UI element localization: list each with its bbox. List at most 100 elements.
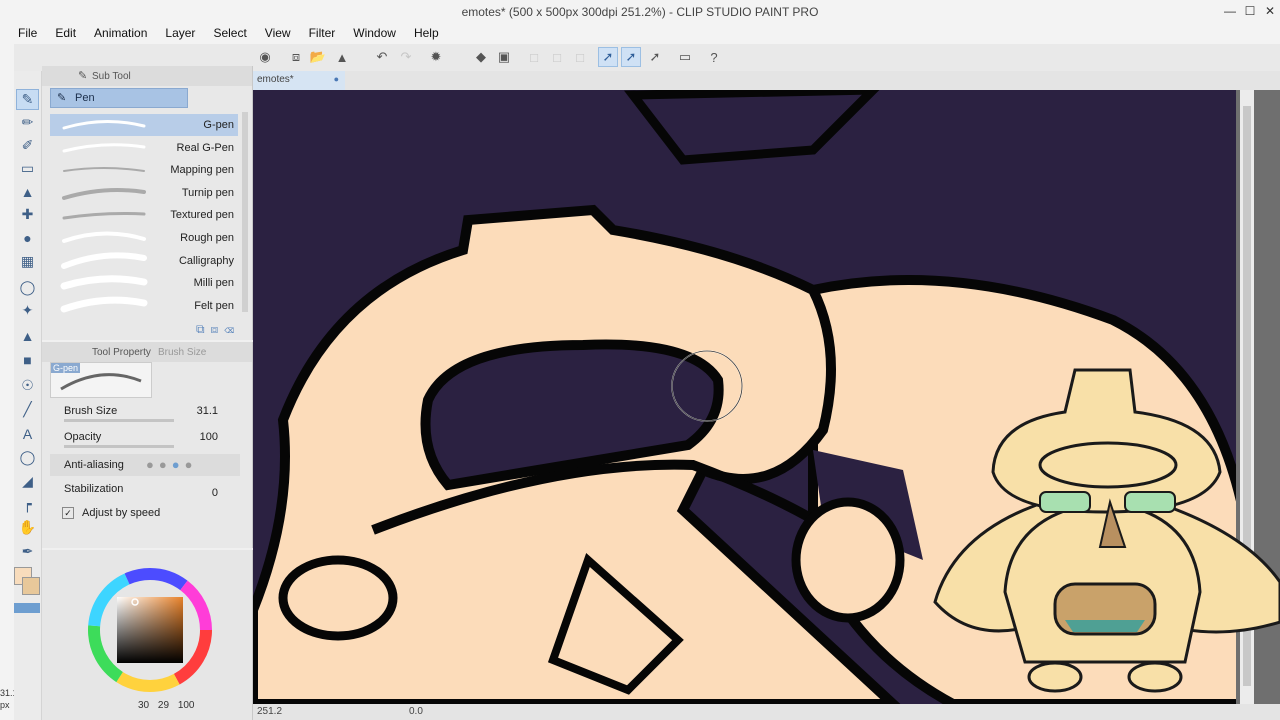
zoom-value[interactable]: 251.2: [257, 706, 282, 717]
opacity-slider[interactable]: [64, 445, 174, 448]
brush-size-row[interactable]: Brush Size 31.1: [50, 402, 240, 424]
brush-item-turnip-pen[interactable]: Turnip pen: [50, 182, 238, 204]
brush-item-felt-pen[interactable]: Felt pen: [50, 295, 238, 317]
menu-filter[interactable]: Filter: [300, 26, 345, 40]
add-subtool-icon[interactable]: ⧈: [211, 322, 225, 336]
color-value-1: 30: [138, 700, 150, 711]
open-file-icon[interactable]: 📂: [308, 47, 328, 67]
mascot-head: [991, 368, 1222, 514]
clear-outside-icon[interactable]: □: [547, 47, 567, 67]
menu-select[interactable]: Select: [204, 26, 255, 40]
loading-icon[interactable]: ✹: [426, 47, 446, 67]
brush-item-mapping-pen[interactable]: Mapping pen: [50, 159, 238, 181]
bucket-icon[interactable]: ▲: [16, 325, 39, 346]
pen-group-label: Pen: [75, 92, 95, 104]
color-value-2: 29: [157, 700, 170, 711]
copy-subtool-icon[interactable]: ⧉: [196, 322, 211, 336]
move-icon[interactable]: ✚: [16, 204, 39, 225]
brush-icon[interactable]: ✐: [16, 135, 39, 156]
text-icon[interactable]: A: [16, 423, 39, 444]
right-foot: [791, 497, 905, 623]
brush-size-slider[interactable]: [64, 419, 174, 422]
mascot-overlay: [933, 368, 1280, 693]
redo-icon[interactable]: ↷: [396, 47, 416, 67]
menu-view[interactable]: View: [256, 26, 300, 40]
eyedropper-icon[interactable]: ☉: [16, 375, 39, 396]
adjust-checkbox[interactable]: ✓: [62, 507, 74, 519]
rotation-value[interactable]: 0.0: [409, 706, 423, 717]
adjust-row[interactable]: ✓ Adjust by speed: [50, 504, 240, 526]
undo-icon[interactable]: ↶: [372, 47, 392, 67]
transform-icon[interactable]: ▣: [494, 47, 514, 67]
close-tab-icon[interactable]: ●: [334, 74, 339, 84]
sub-color-swatch[interactable]: [22, 577, 40, 595]
fill-selection-icon[interactable]: □: [570, 47, 590, 67]
blend-icon[interactable]: ●: [16, 227, 39, 248]
device-icon[interactable]: ▭: [675, 47, 695, 67]
new-file-icon[interactable]: ⧈: [286, 47, 306, 67]
snap-special-ruler-icon[interactable]: ➚: [621, 47, 641, 67]
balloon-icon[interactable]: ◯: [16, 447, 39, 468]
lasso-icon[interactable]: ◯: [16, 277, 39, 298]
help-icon[interactable]: ?: [704, 47, 724, 67]
minimize-icon[interactable]: —: [1220, 0, 1240, 22]
color-picker-icon[interactable]: ✒: [16, 541, 39, 562]
save-icon[interactable]: ▲: [332, 47, 352, 67]
brush-preview: G-pen: [50, 362, 152, 398]
snap-ruler-icon[interactable]: ➚: [598, 47, 618, 67]
menu-layer[interactable]: Layer: [156, 26, 204, 40]
opacity-row[interactable]: Opacity 100: [50, 428, 240, 450]
brush-scrollbar[interactable]: [242, 112, 248, 312]
mascot-body: [1003, 500, 1202, 664]
mascot-left-foot: [1027, 661, 1083, 693]
hand-icon[interactable]: ✋: [16, 517, 39, 538]
magic-wand-icon[interactable]: ✦: [16, 300, 39, 321]
brush-size-tab[interactable]: Brush Size: [158, 347, 206, 358]
brush-item-g-pen[interactable]: G-pen: [50, 114, 238, 136]
color-wheel[interactable]: [42, 550, 252, 700]
fill-icon[interactable]: ◆: [471, 47, 491, 67]
maximize-icon[interactable]: ☐: [1240, 0, 1260, 22]
brush-item-textured-pen[interactable]: Textured pen: [50, 204, 238, 226]
menu-help[interactable]: Help: [405, 26, 448, 40]
close-icon[interactable]: ✕: [1260, 0, 1280, 22]
brush-stroke-preview: [63, 167, 145, 173]
stabilization-value[interactable]: 0: [212, 487, 218, 499]
menu-animation[interactable]: Animation: [85, 26, 156, 40]
menu-file[interactable]: File: [0, 26, 46, 40]
fill-icon[interactable]: ▲: [16, 181, 39, 202]
transparent-swatch[interactable]: [14, 603, 40, 613]
tab-strip: [345, 71, 1280, 90]
sub-tool-panel: ✎ Sub Tool ✎ Pen G-pen Real G-Pen Mapping …: [42, 66, 253, 340]
brush-size-value[interactable]: 31.1: [197, 405, 218, 417]
pencil-icon[interactable]: ✏: [16, 112, 39, 133]
antialiasing-options[interactable]: ●●●●: [146, 457, 197, 472]
clear-icon[interactable]: □: [524, 47, 544, 67]
brush-item-rough-pen[interactable]: Rough pen: [50, 227, 238, 249]
pen-icon[interactable]: ✎: [16, 89, 39, 110]
delete-subtool-icon[interactable]: ⌫: [224, 322, 240, 336]
brush-name: Textured pen: [170, 209, 234, 222]
brush-list-actions: ⧉⧈⌫: [196, 322, 240, 337]
brush-item-calligraphy[interactable]: Calligraphy: [50, 250, 238, 272]
brush-item-milli-pen[interactable]: Milli pen: [50, 272, 238, 294]
line-icon[interactable]: ╱: [16, 399, 39, 420]
frame-icon[interactable]: ◢: [16, 471, 39, 492]
menu-window[interactable]: Window: [344, 26, 405, 40]
sub-tool-title-bar: ✎ Sub Tool: [42, 66, 252, 86]
gradient-icon[interactable]: ■: [16, 349, 39, 370]
pen-group-tab[interactable]: ✎ Pen: [50, 88, 188, 108]
eraser-icon[interactable]: ▭: [16, 158, 39, 179]
antialiasing-row[interactable]: Anti-aliasing ●●●●: [50, 454, 240, 476]
document-tab[interactable]: emotes* ●: [253, 71, 345, 92]
ruler-icon[interactable]: ┍: [16, 494, 39, 515]
snap-grid-icon[interactable]: ➚: [645, 47, 665, 67]
document-tab-label: emotes*: [257, 74, 294, 85]
grid-icon[interactable]: ▦: [16, 251, 39, 272]
clip-studio-icon[interactable]: ◉: [255, 47, 275, 67]
left-foot: [278, 555, 398, 641]
menu-edit[interactable]: Edit: [46, 26, 85, 40]
opacity-value[interactable]: 100: [200, 431, 218, 443]
brush-item-real-g-pen[interactable]: Real G-Pen: [50, 137, 238, 159]
stabilization-row[interactable]: Stabilization 0: [50, 480, 240, 502]
